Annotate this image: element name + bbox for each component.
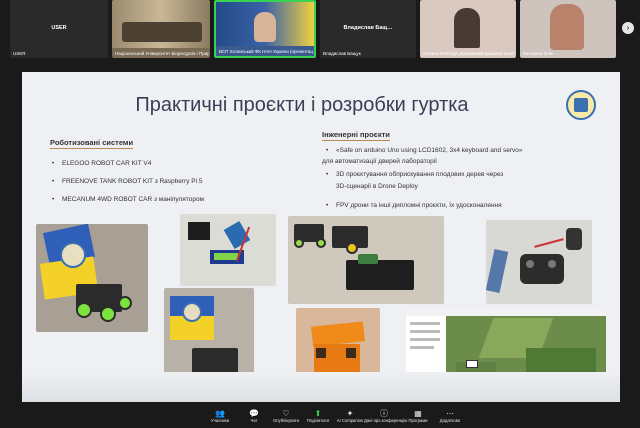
photo-3d-printed-robot — [296, 308, 380, 402]
list-item: MECANUM 4WD ROBOT CAR з маніпулятором — [52, 196, 204, 203]
photo-arduino-keypad — [180, 214, 276, 286]
participant-caption: ВСП Хотинський ФК НАН України (презентац… — [219, 49, 313, 54]
more-button[interactable]: ⋯ Додатково — [430, 409, 470, 423]
video-feed-person — [454, 8, 480, 48]
participant-caption: Катерина Олег… — [523, 51, 559, 56]
photo-drone-deploy-map — [406, 308, 606, 402]
list-item: FPV дрони та інші дипломні проєкти, їх у… — [326, 202, 502, 209]
photo-mecanum-robot — [36, 224, 148, 332]
video-feed-person — [550, 4, 584, 50]
participant-caption: Національний Університет Біоресурсів і П… — [115, 51, 210, 56]
slide-title: Практичні проєкти і розробки гуртка — [135, 94, 469, 116]
video-feed-person — [254, 12, 276, 42]
participant-caption: USER — [13, 51, 26, 56]
photo-fpv-drone — [486, 220, 592, 304]
zoom-meeting-window: USER USER Національний Університет Біоре… — [0, 0, 640, 428]
participant-name: USER — [51, 25, 67, 31]
participant-strip: USER USER Національний Університет Біоре… — [0, 0, 640, 60]
list-item: FREENOVE TANK ROBOT KIT з Raspberry Pi 5 — [52, 178, 203, 185]
more-icon: ⋯ — [446, 409, 454, 418]
participant-tile[interactable]: Владислав Бащ… Владислав Бащук — [320, 0, 416, 58]
list-item-continuation: для автоматизації дверей лабораторії — [322, 158, 437, 165]
participant-caption: Оксана МАКОДА Державний фаховий колег… — [423, 51, 516, 56]
list-item: «Safe on arduino Uno using LCD1602, 3x4 … — [326, 147, 522, 154]
photo-robot-cars — [288, 216, 444, 304]
participant-name: Владислав Бащ… — [343, 25, 393, 31]
meeting-toolbar: 👥 Учасники 💬 Чат ♡ Опублікувати ⬆ Поділи… — [0, 406, 640, 428]
participant-tile[interactable]: Катерина Олег… — [520, 0, 616, 58]
chevron-right-icon[interactable]: › — [622, 22, 634, 34]
college-logo — [566, 90, 596, 120]
shared-screen: Практичні проєкти і розробки гуртка Робо… — [22, 72, 620, 402]
list-item: ELEGOO ROBOT CAR KIT V4 — [52, 160, 151, 167]
right-heading: Інженерні проєкти — [322, 130, 390, 141]
photo-tank-robot — [164, 288, 254, 400]
list-item: 3D проєктування обприскування плодових д… — [326, 171, 503, 178]
left-heading: Роботизовані системи — [50, 138, 134, 149]
list-item-continuation: 3D-сценарії в Drone Deploy — [336, 183, 418, 190]
video-feed-people — [122, 22, 202, 42]
participant-tile-active-speaker[interactable]: ВСП Хотинський ФК НАН України (презентац… — [214, 0, 316, 58]
participant-tile[interactable]: USER USER — [10, 0, 108, 58]
participant-caption: Владислав Бащук — [323, 51, 361, 56]
participant-tile[interactable]: Оксана МАКОДА Державний фаховий колег… — [420, 0, 516, 58]
participant-tile[interactable]: Національний Університет Біоресурсів і П… — [112, 0, 210, 58]
